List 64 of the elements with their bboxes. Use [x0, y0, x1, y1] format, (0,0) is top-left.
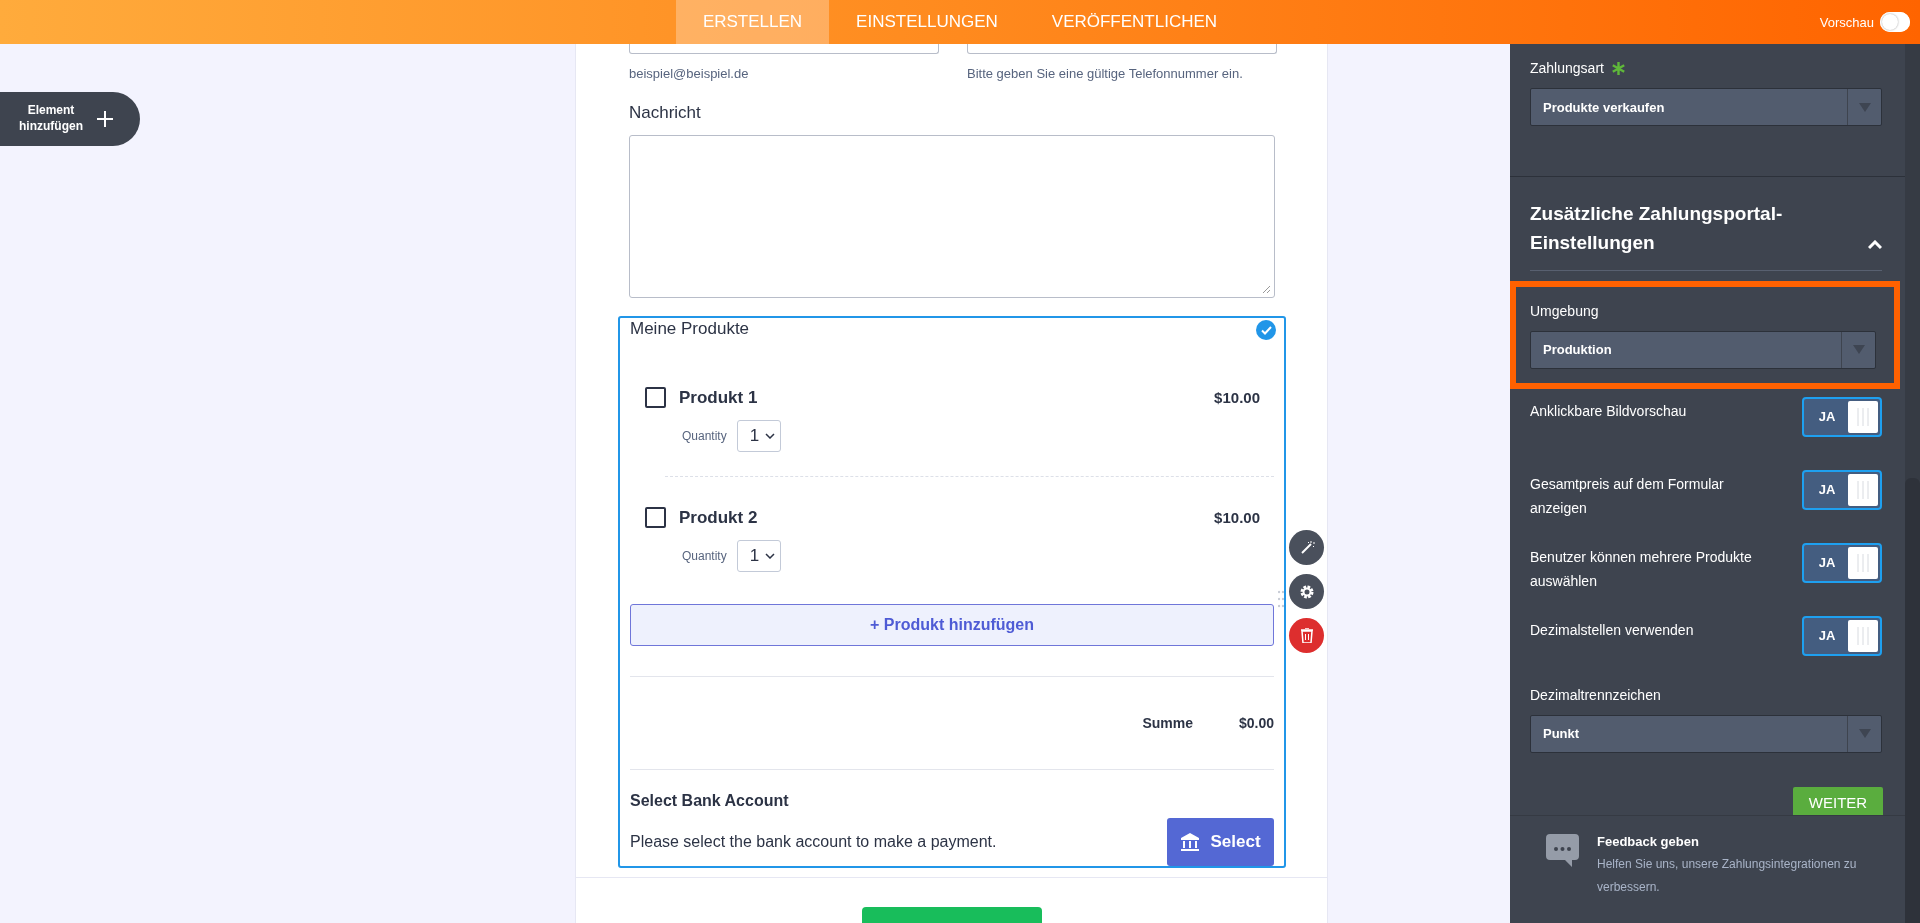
dropdown-arrow-icon: [1858, 729, 1871, 739]
field-hint: beispiel@beispiel.de: [629, 66, 750, 81]
toggle-knob-icon: [1848, 473, 1878, 506]
settings-button[interactable]: [1289, 574, 1324, 609]
product-price: $10.00: [1214, 389, 1260, 406]
bank-title: Select Bank Account: [630, 792, 790, 810]
product-name: Produkt 2: [679, 507, 759, 528]
resize-grip-icon[interactable]: [1261, 284, 1271, 294]
add-product-button[interactable]: + Produkt hinzufügen: [630, 604, 1274, 646]
toggle-switch[interactable]: JA: [1802, 469, 1882, 510]
option-label: Anklickbare Bildvorschau: [1530, 401, 1688, 421]
chevron-down-icon: [765, 433, 776, 439]
total-label: Summe: [1142, 715, 1193, 731]
block-title: Meine Produkte: [630, 319, 750, 339]
field-label: Umgebung: [1530, 302, 1599, 319]
option-label: Gesamtpreis auf dem Formular anzeigen: [1530, 474, 1725, 518]
option-label: Dezimalstellen verwenden: [1530, 620, 1695, 640]
section-header[interactable]: Zusätzliche Zahlungsportal-Einstellungen: [1530, 177, 1882, 271]
checkbox[interactable]: [645, 387, 666, 408]
quantity-select[interactable]: 1: [736, 420, 781, 452]
bank-icon: [1180, 832, 1201, 852]
products-block[interactable]: Meine Produkte Produkt 1 $10.00 Quantity 1 Produkt 2 $10.00 Quantity 1 + Produkt hinzufügen Summe $0.00 Select Bank Account Please select the bank account to make a payment. Select: [618, 316, 1286, 868]
preview-switch[interactable]: [1880, 12, 1910, 32]
field-label: Nachricht: [629, 103, 702, 123]
chevron-down-icon: [765, 553, 776, 559]
feedback-text: Helfen Sie uns, unsere Zahlungsintegrationen zu verbessern.: [1597, 855, 1858, 896]
select-field[interactable]: Produkte verkaufen: [1530, 88, 1882, 126]
check-icon: [1256, 320, 1276, 340]
input-field[interactable]: [629, 44, 939, 54]
trash-icon: [1300, 628, 1313, 643]
toggle-switch[interactable]: JA: [1802, 542, 1882, 583]
toggle-switch[interactable]: JA: [1802, 615, 1882, 656]
bank-text: Please select the bank account to make a payment.: [630, 833, 997, 851]
toggle-knob-icon: [1848, 546, 1878, 579]
feedback-title: Feedback geben: [1597, 833, 1700, 849]
dropdown-arrow-icon: [1858, 102, 1871, 112]
delete-button[interactable]: [1289, 618, 1324, 653]
field-hint: Bitte geben Sie eine gültige Telefonnummer ein.: [967, 66, 1244, 81]
quantity-select[interactable]: 1: [736, 540, 781, 572]
select-field[interactable]: Punkt: [1530, 714, 1882, 753]
add-element-button[interactable]: Element hinzufügen: [0, 92, 140, 146]
drag-handle-icon[interactable]: [1278, 590, 1284, 610]
plus-icon: [96, 110, 114, 128]
gear-icon: [1298, 583, 1315, 600]
toggle-switch[interactable]: JA: [1802, 396, 1882, 437]
quantity-label: Quantity: [682, 549, 727, 563]
field-label: Zahlungsart: [1530, 60, 1604, 76]
toggle-knob-icon: [1848, 619, 1878, 652]
chat-bubble-icon: [1546, 833, 1579, 867]
select-button[interactable]: Select: [1167, 818, 1274, 866]
checkbox[interactable]: [645, 507, 666, 528]
product-name: Produkt 1: [679, 387, 759, 408]
dropdown-arrow-icon: [1852, 345, 1865, 355]
total-value: $0.00: [1238, 715, 1274, 731]
option-label: Benutzer können mehrere Produkte auswählen: [1530, 547, 1753, 591]
message-field[interactable]: [629, 135, 1275, 298]
select-field[interactable]: Produktion: [1530, 330, 1876, 369]
product-price: $10.00: [1214, 509, 1260, 526]
toggle-knob-icon: [1848, 400, 1878, 433]
preview-label: Vorschau: [1819, 14, 1874, 30]
magic-wand-button[interactable]: [1289, 530, 1324, 565]
field-label: Dezimaltrennzeichen: [1530, 686, 1661, 703]
input-field[interactable]: [967, 44, 1277, 54]
quantity-label: Quantity: [682, 429, 727, 443]
